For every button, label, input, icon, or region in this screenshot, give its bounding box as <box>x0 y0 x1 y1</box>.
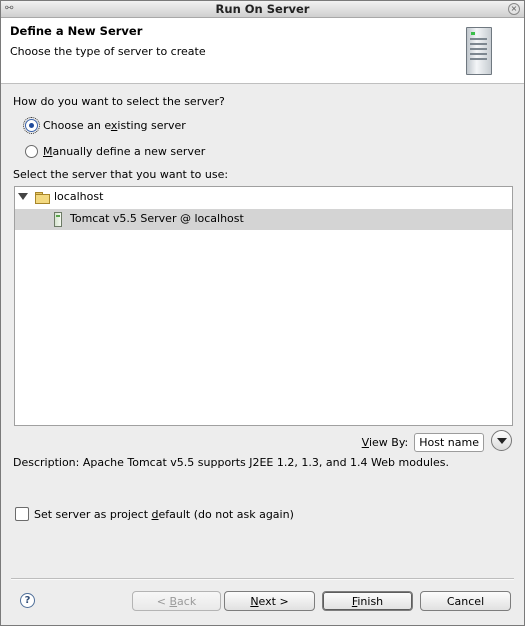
radio-existing-indicator[interactable] <box>23 116 40 134</box>
label-part: ext > <box>258 595 289 608</box>
radio-manual-indicator[interactable] <box>25 144 38 158</box>
server-icon <box>54 212 62 227</box>
view-by-label: View By: <box>362 436 409 449</box>
back-button[interactable]: < Back <box>132 591 221 611</box>
mnemonic: d <box>151 507 159 521</box>
server-slot <box>470 38 487 40</box>
help-icon[interactable]: ? <box>20 593 35 608</box>
page-title: Define a New Server <box>10 24 143 38</box>
view-by-value[interactable]: Host name <box>414 433 484 452</box>
chevron-down-icon <box>497 438 507 444</box>
title-bar: ⚯ Run On Server × <box>1 1 524 18</box>
label-part: efault (do not ask again) <box>158 507 294 521</box>
server-led <box>471 32 475 35</box>
tree-row-server[interactable]: Tomcat v5.5 Server @ localhost <box>15 209 512 230</box>
tree-row-host[interactable]: localhost <box>15 187 512 208</box>
project-default-checkbox[interactable]: Set server as project default (do not as… <box>15 506 294 522</box>
mnemonic: N <box>250 595 259 608</box>
finish-button[interactable]: Finish <box>322 591 413 611</box>
server-list-label: Select the server that you want to use: <box>13 168 229 181</box>
host-name: localhost <box>54 190 104 203</box>
radio-existing-label[interactable]: Choose an existing server <box>43 119 186 132</box>
cancel-button[interactable]: Cancel <box>420 591 511 611</box>
checkbox-indicator[interactable] <box>15 507 29 521</box>
server-tree[interactable]: localhost Tomcat v5.5 Server @ localhost <box>14 186 513 426</box>
run-on-server-dialog: ⚯ Run On Server × Define a New Server Ch… <box>0 0 525 626</box>
label-part: isting server <box>117 118 186 132</box>
server-name: Tomcat v5.5 Server @ localhost <box>70 212 244 225</box>
server-slot <box>470 48 487 50</box>
mnemonic: V <box>361 436 369 449</box>
label-part: iew By: <box>368 436 409 449</box>
label-part: Set server as project <box>34 507 152 521</box>
radio-existing-server[interactable]: Choose an existing server <box>23 116 186 134</box>
button-separator <box>11 578 514 580</box>
selection-question: How do you want to select the server? <box>13 95 225 108</box>
label-part: anually define a new server <box>52 144 206 158</box>
wizard-header: Define a New Server Choose the type of s… <box>1 18 524 84</box>
label-part: < <box>156 595 170 608</box>
server-slot <box>470 43 487 45</box>
close-icon[interactable]: × <box>508 3 520 15</box>
next-button[interactable]: Next > <box>224 591 315 611</box>
folder-icon <box>35 192 50 204</box>
page-subtitle: Choose the type of server to create <box>10 45 206 58</box>
view-by-dropdown-button[interactable] <box>491 430 512 451</box>
server-description: Description: Apache Tomcat v5.5 supports… <box>13 456 449 469</box>
server-slot <box>470 58 487 60</box>
mnemonic: M <box>43 144 53 158</box>
window-title: Run On Server <box>215 2 310 16</box>
label-part: ack <box>177 595 197 608</box>
label-part: inish <box>357 595 384 608</box>
label-part: Choose an e <box>43 118 111 132</box>
mnemonic: B <box>169 595 178 608</box>
checkbox-label[interactable]: Set server as project default (do not as… <box>34 508 294 521</box>
server-tower-icon <box>466 27 492 75</box>
server-slot <box>470 53 487 55</box>
view-by-control: View By: Host name <box>362 433 484 452</box>
radio-manual-label[interactable]: Manually define a new server <box>43 145 205 158</box>
radio-manual-server[interactable]: Manually define a new server <box>25 143 205 159</box>
expand-toggle-icon[interactable] <box>18 193 28 200</box>
